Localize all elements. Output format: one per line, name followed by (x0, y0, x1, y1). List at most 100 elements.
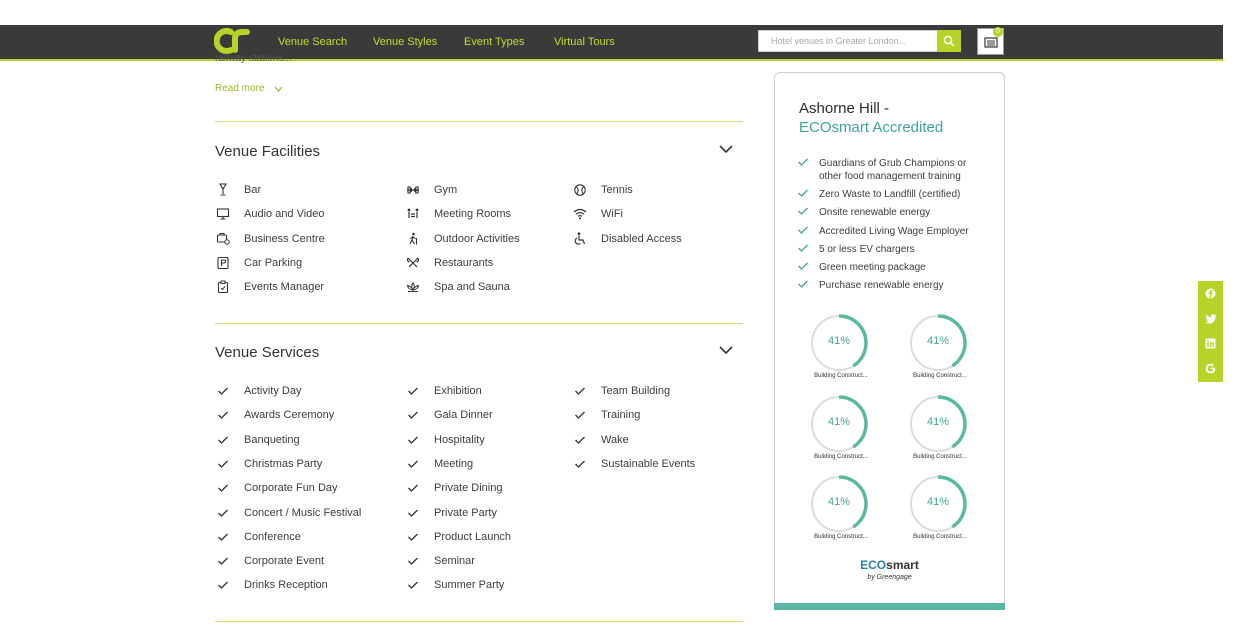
facebook-icon (1205, 288, 1216, 299)
service-corporate-event: Corporate Event (216, 554, 324, 568)
linkedin-share-button[interactable] (1198, 331, 1223, 356)
eco-gauge: 41% Building Construct... (908, 474, 972, 546)
service-label: Seminar (434, 555, 475, 568)
checkmark-icon (408, 533, 418, 541)
service-label: Corporate Event (244, 555, 325, 568)
eco-criterion: Onsite renewable energy (797, 206, 987, 219)
facility-label: Gym (434, 184, 458, 196)
service-drinks-reception: Drinks Reception (216, 578, 328, 592)
service-product-launch: Product Launch (406, 530, 511, 544)
facility-business-centre: Business Centre (216, 232, 325, 246)
service-label: Activity Day (244, 385, 302, 397)
gauge-label: Building Construct... (814, 373, 868, 379)
gauge-value: 41% (926, 335, 950, 347)
chevron-down-icon[interactable] (718, 144, 734, 154)
checkmark-icon (218, 460, 228, 468)
service-private-party: Private Party (406, 506, 497, 520)
services-title: Venue Services (215, 344, 320, 361)
monitor-icon (216, 208, 230, 220)
checkmark-icon (408, 581, 418, 590)
service-conference: Conference (216, 530, 301, 544)
eco-criterion: Zero Waste to Landfill (certified) (797, 188, 987, 201)
service-label: Product Launch (434, 530, 512, 543)
eco-criterion-label: 5 or less EV chargers (819, 244, 915, 255)
eco-title: Ashorne Hill - (799, 100, 890, 117)
bar-icon (219, 183, 227, 196)
nav-venue-search[interactable]: Venue Search (278, 36, 347, 48)
service-activity-day: Activity Day (216, 384, 301, 398)
search-button[interactable] (937, 30, 961, 52)
enquiry-basket-button[interactable]: 0 (977, 27, 1004, 55)
service-concert-music-festival: Concert / Music Festival (216, 506, 361, 520)
checkmark-icon (798, 226, 808, 234)
service-label: Christmas Party (244, 457, 323, 470)
service-label: Drinks Reception (244, 579, 328, 592)
service-exhibition: Exhibition (406, 384, 482, 398)
search-input[interactable] (759, 31, 941, 51)
gauge-value: 41% (926, 416, 950, 428)
eco-gauge: 41% Building Construct... (908, 313, 972, 385)
facility-label: WiFi (601, 208, 623, 221)
checkmark-icon (218, 484, 228, 493)
checkmark-icon (218, 411, 228, 420)
facility-label: Events Manager (244, 281, 325, 294)
service-banqueting: Banqueting (216, 433, 300, 447)
eco-criterion: Green meeting package (797, 261, 987, 274)
checkmark-icon (408, 557, 418, 566)
search-box (758, 30, 941, 52)
nav-virtual-tours[interactable]: Virtual Tours (554, 36, 615, 48)
eco-criterion-label: Zero Waste to Landfill (certified) (819, 189, 961, 200)
google-share-button[interactable] (1198, 356, 1223, 381)
facebook-share-button[interactable] (1198, 281, 1223, 306)
checkmark-icon (798, 280, 808, 288)
checkmark-icon (798, 158, 808, 166)
service-awards-ceremony: Awards Ceremony (216, 408, 334, 422)
facility-gym: Gym (406, 183, 457, 197)
twitter-icon (1204, 313, 1216, 324)
eco-gauge: 41% Building Construct... (809, 313, 873, 385)
service-gala-dinner: Gala Dinner (406, 408, 493, 422)
service-label: Training (601, 409, 641, 422)
service-label: Conference (244, 530, 301, 543)
facility-label: Meeting Rooms (434, 208, 512, 221)
service-label: Concert / Music Festival (244, 506, 362, 519)
facility-label: Business Centre (244, 232, 325, 245)
checkmark-icon (408, 411, 418, 420)
checkmark-icon (575, 436, 585, 444)
ecosmart-logo: ECOsmart (860, 558, 919, 572)
gauge-label: Building Construct... (814, 454, 868, 460)
facility-label: Car Parking (244, 256, 303, 269)
facility-disabled-access: Disabled Access (573, 231, 682, 246)
nav-event-types[interactable]: Event Types (464, 36, 524, 48)
read-more-link[interactable]: Read more (215, 83, 283, 94)
facility-meeting-rooms: Meeting Rooms (406, 207, 511, 221)
facility-label: Restaurants (434, 256, 494, 269)
basket-count-badge: 0 (993, 27, 1003, 37)
chevron-down-icon[interactable] (718, 345, 734, 355)
checkmark-icon (408, 484, 418, 493)
business-icon (216, 232, 230, 245)
service-private-dining: Private Dining (406, 481, 502, 495)
facilities-title: Venue Facilities (215, 143, 321, 160)
checkmark-icon (798, 262, 808, 270)
checkmark-icon (575, 411, 585, 420)
facility-label: Spa and Sauna (434, 281, 510, 294)
eco-criterion-label: Green meeting package (819, 262, 926, 273)
site-logo[interactable] (214, 28, 250, 54)
clipboard-icon (217, 280, 229, 294)
checkmark-icon (408, 460, 418, 468)
facility-outdoor-activities: Outdoor Activities (406, 232, 520, 246)
twitter-share-button[interactable] (1198, 306, 1223, 331)
checkmark-icon (218, 533, 228, 541)
checkmark-icon (575, 460, 585, 468)
facility-restaurants: Restaurants (406, 256, 493, 270)
read-more-label: Read more (215, 83, 265, 94)
checkmark-icon (798, 244, 808, 252)
facility-label: Tennis (601, 184, 633, 196)
gauge-value: 41% (926, 496, 950, 508)
eco-criterion-label: Onsite renewable energy (819, 207, 931, 218)
service-corporate-fun-day: Corporate Fun Day (216, 481, 338, 495)
nav-venue-styles[interactable]: Venue Styles (373, 36, 437, 48)
service-wake: Wake (573, 433, 629, 447)
top-navbar: Venue Search Venue Styles Event Types Vi… (0, 25, 1223, 61)
